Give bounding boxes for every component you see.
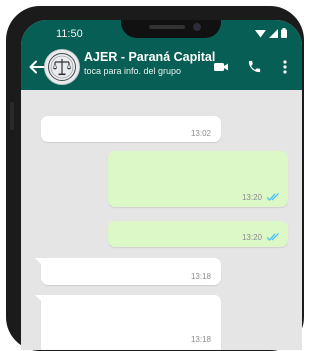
bubble-tail: [35, 295, 43, 303]
double-check-icon: [266, 193, 279, 201]
video-call-icon[interactable]: [213, 59, 229, 75]
phone-side-button: [10, 102, 14, 130]
status-bar: 11:50: [21, 20, 302, 46]
chat-area[interactable]: 13:02 13:20 13:20 13:18 13:18: [21, 90, 302, 350]
battery-icon: [281, 28, 287, 38]
double-check-icon: [266, 233, 279, 241]
group-info-hint[interactable]: toca para info. del grupo: [84, 66, 181, 76]
message-time: 13:20: [241, 233, 262, 242]
speaker: [149, 25, 185, 29]
group-avatar[interactable]: [44, 49, 80, 85]
signal-icon: [269, 28, 278, 38]
more-vertical-icon[interactable]: [282, 59, 288, 75]
message-bubble-incoming[interactable]: 13:18: [35, 258, 221, 285]
message-time: 13:18: [190, 272, 211, 281]
message-bubble-outgoing[interactable]: 13:20: [108, 151, 288, 207]
bubble-tail: [35, 258, 43, 266]
phone-frame: 11:50 AJER - Paraná Capital toca para in…: [6, 6, 304, 351]
message-time: 13:02: [190, 129, 211, 138]
scales-of-justice-icon: [48, 53, 76, 81]
status-time: 11:50: [56, 28, 83, 40]
message-time: 13:18: [190, 335, 211, 344]
group-name[interactable]: AJER - Paraná Capital: [84, 50, 215, 64]
phone-call-icon[interactable]: [247, 59, 262, 74]
message-bubble-incoming[interactable]: 13:18: [35, 295, 221, 350]
status-icons: [255, 28, 287, 38]
message-time: 13:20: [241, 193, 262, 202]
chat-header: AJER - Paraná Capital toca para info. de…: [21, 46, 302, 90]
notch: [121, 20, 221, 38]
wifi-icon: [255, 29, 266, 37]
message-bubble-incoming[interactable]: 13:02: [41, 116, 221, 142]
front-camera: [193, 23, 201, 31]
message-bubble-outgoing[interactable]: 13:20: [108, 221, 288, 247]
phone-screen: 11:50 AJER - Paraná Capital toca para in…: [21, 20, 302, 350]
